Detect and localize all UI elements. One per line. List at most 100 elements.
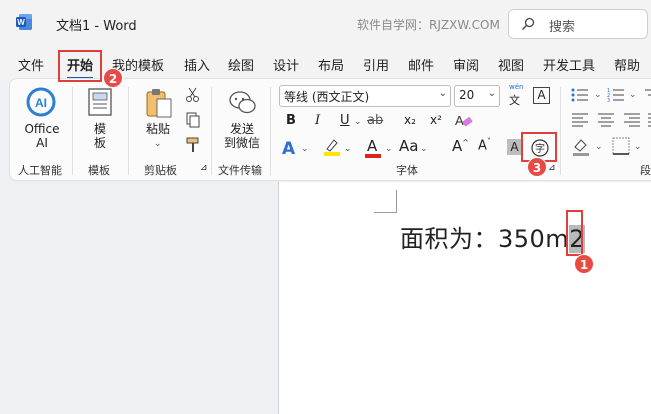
group-separator — [560, 87, 561, 175]
chevron-down-icon[interactable]: ⌄ — [385, 144, 393, 154]
tab-file[interactable]: 文件 — [18, 55, 44, 74]
tab-insert[interactable]: 插入 — [184, 55, 210, 74]
text-effects-button[interactable]: A — [282, 139, 295, 159]
char-shading-button[interactable]: A — [507, 139, 522, 155]
callout-box-home-tab — [58, 50, 102, 82]
font-name-select[interactable]: 等线 (西文正文) ⌄ — [279, 85, 451, 107]
group-label-template: 模板 — [88, 164, 110, 177]
font-launcher-icon[interactable]: ⊿ — [548, 163, 556, 173]
send-label-2: 到微信 — [223, 136, 260, 150]
chevron-down-icon[interactable]: ⌄ — [420, 144, 428, 154]
font-color-letter: A — [367, 137, 378, 155]
align-center-icon[interactable] — [597, 112, 615, 128]
highlight-icon[interactable] — [322, 137, 342, 157]
copy-icon[interactable] — [185, 112, 201, 128]
chevron-down-icon: ⌄ — [438, 88, 447, 99]
clear-format-icon[interactable]: A — [454, 111, 474, 129]
paste-dropdown-icon[interactable]: ⌄ — [154, 139, 162, 149]
numbering-icon[interactable]: 123 — [607, 87, 625, 103]
margin-corner-mark — [374, 212, 396, 213]
callout-badge-2: 2 — [103, 68, 123, 88]
word-logo-icon: W — [16, 14, 32, 30]
office-ai-icon: AI — [26, 87, 56, 117]
chevron-down-icon[interactable]: ⌄ — [634, 142, 642, 152]
italic-button[interactable]: I — [315, 113, 320, 128]
format-painter-icon[interactable] — [185, 137, 201, 153]
strikethrough-button[interactable]: ab — [367, 113, 383, 128]
margin-corner-mark — [396, 190, 397, 213]
search-icon — [522, 17, 535, 30]
group-separator — [211, 87, 212, 175]
document-title: 文档1 - Word — [56, 19, 137, 34]
align-right-icon[interactable] — [623, 112, 641, 128]
underline-button[interactable]: U — [340, 113, 350, 128]
office-ai-label-1: Office — [24, 122, 60, 136]
wechat-icon — [229, 91, 256, 114]
svg-text:W: W — [17, 18, 25, 27]
shrink-font-button[interactable]: A˅ — [478, 137, 491, 153]
tab-mailings[interactable]: 邮件 — [408, 55, 434, 74]
group-label-font: 字体 — [396, 164, 418, 177]
tab-developer[interactable]: 开发工具 — [543, 55, 595, 74]
justify-icon[interactable] — [647, 112, 651, 128]
paste-icon — [146, 89, 172, 118]
chevron-down-icon[interactable]: ⌄ — [344, 144, 352, 154]
font-name-value: 等线 (西文正文) — [284, 90, 370, 104]
callout-badge-3: 3 — [527, 157, 547, 177]
callout-badge-1: 1 — [574, 254, 594, 274]
chevron-down-icon: ⌄ — [487, 88, 496, 99]
template-icon — [88, 88, 112, 116]
search-label: 搜索 — [549, 20, 576, 35]
svg-text:3: 3 — [607, 98, 610, 103]
group-separator — [128, 87, 129, 175]
document-page[interactable] — [278, 182, 651, 414]
shading-icon[interactable] — [571, 137, 591, 157]
tab-references[interactable]: 引用 — [363, 55, 389, 74]
chevron-down-icon[interactable]: ⌄ — [629, 90, 637, 100]
grow-font-button[interactable]: A^ — [452, 137, 469, 155]
template-label-2: 板 — [93, 136, 106, 150]
svg-text:AI: AI — [35, 96, 47, 110]
font-aa-button[interactable]: Aa — [399, 137, 418, 155]
tab-view[interactable]: 视图 — [498, 55, 524, 74]
underline-dropdown-icon[interactable]: ⌄ — [354, 117, 362, 127]
svg-text:A: A — [455, 113, 464, 128]
office-ai-label-2: AI — [36, 136, 48, 150]
search-box[interactable]: 搜索 — [508, 9, 648, 39]
multilevel-list-icon[interactable] — [642, 87, 651, 103]
bullets-icon[interactable] — [571, 87, 589, 103]
group-separator — [270, 87, 271, 175]
tab-draw[interactable]: 绘图 — [228, 55, 254, 74]
subscript-button[interactable]: x₂ — [404, 113, 416, 127]
chevron-down-icon[interactable]: ⌄ — [594, 90, 602, 100]
chevron-down-icon[interactable]: ⌄ — [301, 144, 309, 154]
tab-design[interactable]: 设计 — [273, 55, 299, 74]
font-size-select[interactable]: 20 ⌄ — [454, 85, 500, 107]
wen-pinyin: wén — [509, 83, 524, 91]
watermark-text: 软件自学网：RJZXW.COM — [357, 18, 500, 32]
title-bar: W 文档1 - Word 软件自学网：RJZXW.COM 搜索 — [0, 0, 651, 46]
superscript-button[interactable]: x² — [430, 113, 442, 127]
group-label-clipboard: 剪贴板 — [144, 164, 177, 177]
tab-review[interactable]: 审阅 — [453, 55, 479, 74]
group-separator — [72, 87, 73, 175]
font-size-value: 20 — [459, 88, 475, 102]
wen-char: 文 — [509, 94, 520, 107]
callout-box-selection — [566, 210, 583, 256]
tab-help[interactable]: 帮助 — [614, 55, 640, 74]
document-text-main: 面积为：350m — [400, 225, 570, 253]
send-label-1: 发送 — [229, 122, 254, 136]
group-label-ai: 人工智能 — [18, 164, 62, 177]
char-border-button[interactable]: A — [533, 87, 550, 104]
align-left-icon[interactable] — [571, 112, 589, 128]
clipboard-launcher-icon[interactable]: ⊿ — [200, 163, 208, 173]
document-text[interactable]: 面积为：350m2 — [400, 219, 585, 254]
ribbon-panel: AI Office AI 人工智能 模 板 模板 粘贴 ⌄ 剪贴板 ⊿ 发送 到… — [9, 78, 651, 181]
chevron-down-icon[interactable]: ⌄ — [595, 142, 603, 152]
borders-icon[interactable] — [612, 137, 630, 155]
cut-icon[interactable] — [185, 87, 201, 103]
tab-layout[interactable]: 布局 — [318, 55, 344, 74]
group-label-paragraph: 段 — [640, 164, 651, 177]
bold-button[interactable]: B — [286, 113, 296, 128]
font-color-bar — [365, 154, 381, 158]
